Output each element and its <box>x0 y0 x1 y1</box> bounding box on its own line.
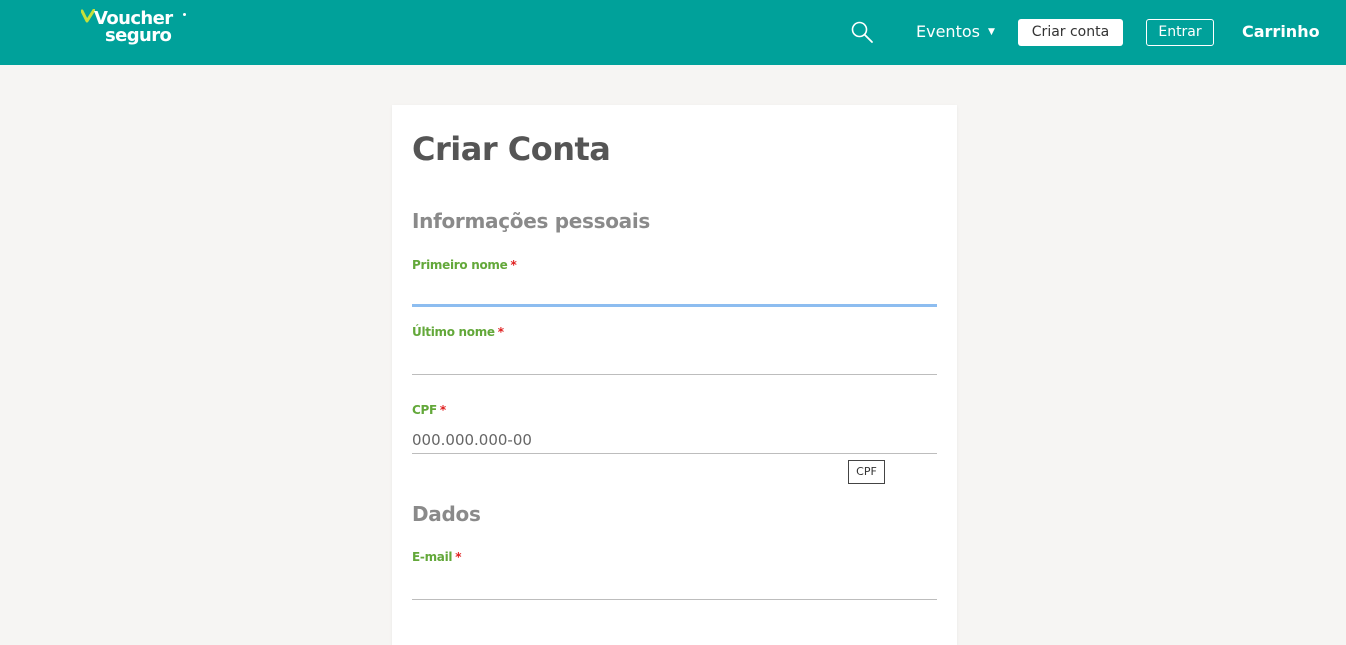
nav-eventos-label: Eventos <box>916 22 980 41</box>
email-label: E-mail * <box>412 549 462 565</box>
first-name-label-text: Primeiro nome <box>412 258 508 272</box>
section-title-data: Dados <box>412 502 481 526</box>
checkmark-logo-icon <box>81 9 95 23</box>
cpf-tooltip: CPF <box>848 460 885 484</box>
cpf-label-text: CPF <box>412 403 437 417</box>
signup-form-card: Criar Conta Informações pessoais Primeir… <box>392 105 957 645</box>
required-mark: * <box>439 403 446 417</box>
first-name-input[interactable] <box>412 279 937 307</box>
voucher-seguro-logo[interactable]: Voucher seguro <box>80 6 192 52</box>
cpf-label: CPF * <box>412 402 446 418</box>
email-label-text: E-mail <box>412 550 453 564</box>
logo-dot <box>183 13 186 16</box>
nav-carrinho-link[interactable]: Carrinho <box>1242 20 1320 44</box>
page-title: Criar Conta <box>412 130 611 168</box>
required-mark: * <box>510 258 517 272</box>
section-title-personal: Informações pessoais <box>412 209 651 233</box>
required-mark: * <box>497 325 504 339</box>
cpf-input[interactable] <box>412 426 937 454</box>
entrar-button[interactable]: Entrar <box>1146 19 1214 46</box>
nav-eventos-dropdown[interactable]: Eventos ▼ <box>916 20 995 44</box>
last-name-input[interactable] <box>412 347 937 375</box>
required-mark: * <box>455 550 462 564</box>
top-navbar: Voucher seguro Eventos ▼ Criar conta Ent… <box>0 0 1346 65</box>
last-name-label: Último nome * <box>412 324 504 340</box>
criar-conta-button[interactable]: Criar conta <box>1018 19 1123 46</box>
logo-text-seguro: seguro <box>105 25 172 46</box>
chevron-down-icon: ▼ <box>987 27 995 37</box>
search-icon[interactable] <box>850 20 874 44</box>
first-name-label: Primeiro nome * <box>412 257 517 273</box>
last-name-label-text: Último nome <box>412 325 495 339</box>
email-input[interactable] <box>412 572 937 600</box>
